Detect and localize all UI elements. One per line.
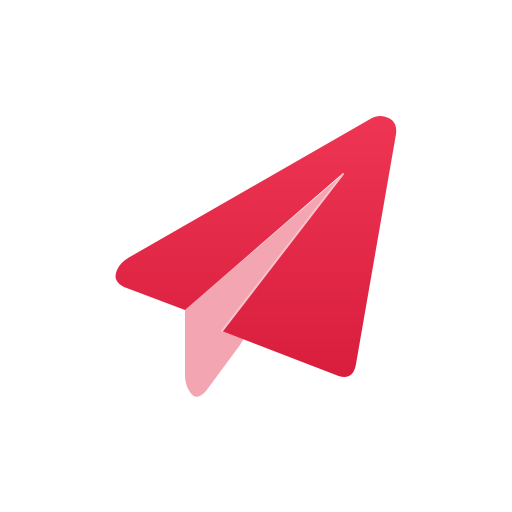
app-icon-canvas: [0, 0, 512, 512]
plane-wing-shape: [115, 116, 397, 377]
paper-plane-icon: [115, 116, 397, 397]
